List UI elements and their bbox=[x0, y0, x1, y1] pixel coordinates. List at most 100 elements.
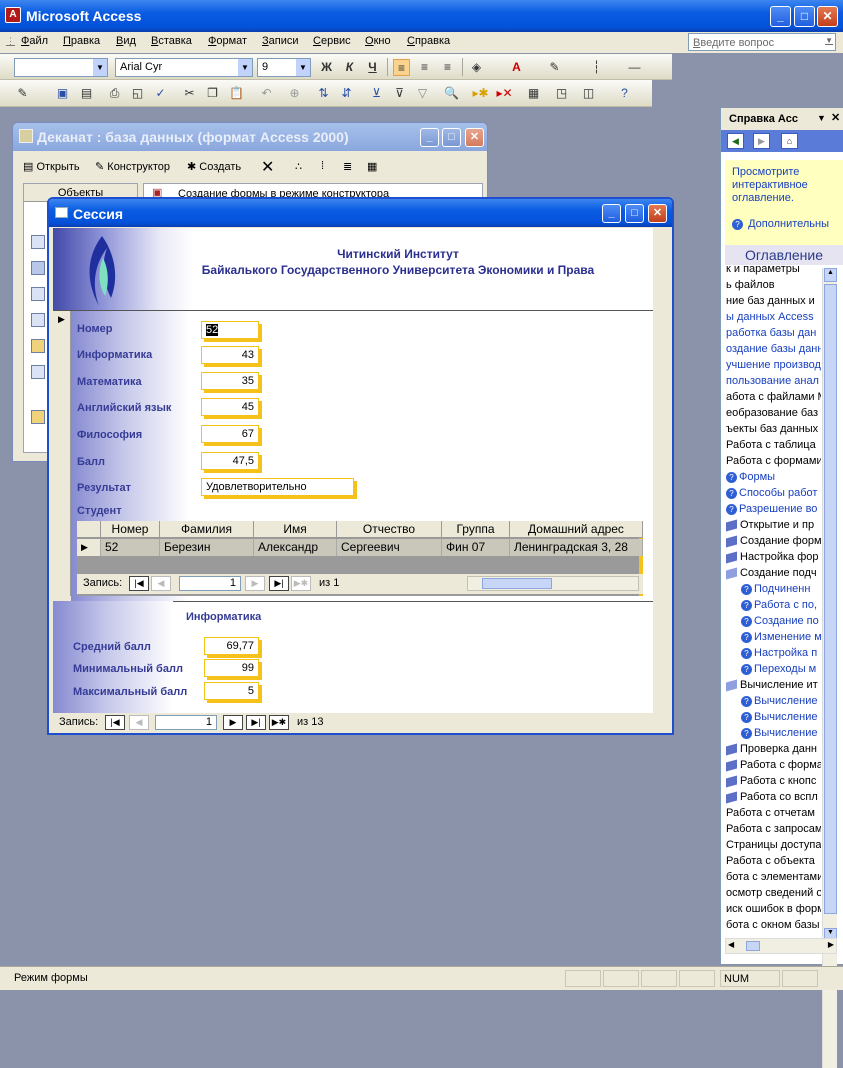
new-record-icon[interactable]: ▶✱ bbox=[269, 715, 289, 730]
line-width-icon[interactable]: — bbox=[626, 59, 643, 76]
delete-record-icon[interactable]: ▸✕ bbox=[496, 85, 513, 102]
properties-icon[interactable]: ▦ bbox=[525, 85, 542, 102]
form-close-button[interactable]: ✕ bbox=[648, 204, 667, 223]
record-number-input[interactable]: 1 bbox=[179, 576, 241, 591]
toc-item[interactable]: работка базы дан bbox=[726, 325, 821, 341]
pages-icon[interactable] bbox=[31, 313, 45, 327]
toc-item[interactable]: пользование анал bbox=[726, 373, 821, 389]
column-header[interactable]: Отчество bbox=[337, 521, 442, 538]
toc-item[interactable]: Работа с формами bbox=[726, 453, 821, 469]
result-field[interactable]: Удовлетворительно bbox=[201, 478, 354, 496]
back-icon[interactable]: ◀ bbox=[727, 133, 744, 149]
toc-item[interactable]: ние баз данных и bbox=[726, 293, 821, 309]
column-header[interactable]: Группа bbox=[442, 521, 510, 538]
toc-item[interactable]: ? Работа с по, bbox=[741, 597, 822, 613]
print-preview-icon[interactable]: ◱ bbox=[129, 85, 146, 102]
scroll-left-icon[interactable]: ◀ bbox=[728, 940, 734, 949]
create-button[interactable]: ✱ Создать bbox=[187, 160, 241, 173]
column-header[interactable]: Имя bbox=[254, 521, 337, 538]
toc-item[interactable]: бота с окном базы bbox=[726, 917, 821, 933]
toc-item[interactable]: Создание подч bbox=[726, 565, 821, 581]
undo-icon[interactable]: ↶ bbox=[258, 85, 275, 102]
column-header[interactable]: Домашний адрес bbox=[510, 521, 643, 538]
menu-file[interactable]: Файл bbox=[21, 35, 48, 47]
scroll-thumb[interactable] bbox=[482, 578, 552, 589]
details-icon[interactable]: ≣ bbox=[343, 160, 352, 173]
form-minimize-button[interactable]: _ bbox=[602, 204, 621, 223]
toc-item[interactable]: Вычисление ит bbox=[726, 677, 821, 693]
toc-item[interactable]: Открытие и пр bbox=[726, 517, 821, 533]
filter-selection-icon[interactable]: ⊻ bbox=[368, 85, 385, 102]
menu-tools[interactable]: Сервис bbox=[313, 35, 351, 47]
number-field[interactable]: 52 bbox=[201, 321, 259, 339]
english-field[interactable]: 45 bbox=[201, 398, 259, 416]
align-right-icon[interactable]: ≡ bbox=[439, 59, 456, 76]
line-color-icon[interactable]: ✎ bbox=[546, 59, 563, 76]
delete-icon[interactable]: ✕ bbox=[261, 157, 274, 177]
apply-filter-icon[interactable]: ▽ bbox=[414, 85, 431, 102]
view-icon[interactable]: ✎ bbox=[14, 85, 31, 102]
toc-item[interactable]: ? Переходы м bbox=[741, 661, 822, 677]
align-left-icon[interactable]: ≡ bbox=[393, 59, 410, 76]
toc-item[interactable]: ъекты баз данных bbox=[726, 421, 821, 437]
toc-item[interactable]: ? Подчиненн bbox=[741, 581, 822, 597]
reports-icon[interactable] bbox=[31, 287, 45, 301]
align-center-icon[interactable]: ≡ bbox=[416, 59, 433, 76]
object-combo[interactable]: ▼ bbox=[14, 58, 108, 77]
find-icon[interactable]: 🔍 bbox=[443, 85, 460, 102]
prev-record-icon[interactable]: ◀ bbox=[129, 715, 149, 730]
prev-record-icon[interactable]: ◀ bbox=[151, 576, 171, 591]
menu-format[interactable]: Формат bbox=[208, 35, 247, 47]
toc-item[interactable]: оздание базы данн bbox=[726, 341, 821, 357]
menu-window[interactable]: Окно bbox=[365, 35, 391, 47]
toc-item[interactable]: Создание форм bbox=[726, 533, 821, 549]
minimize-button[interactable]: _ bbox=[770, 6, 791, 27]
menu-help[interactable]: Справка bbox=[407, 35, 450, 47]
chevron-down-icon[interactable]: ▼ bbox=[817, 113, 826, 123]
first-record-icon[interactable]: |◀ bbox=[129, 576, 149, 591]
italic-button[interactable]: К bbox=[341, 59, 358, 76]
column-header[interactable]: Номер bbox=[101, 521, 160, 538]
hyperlink-icon[interactable]: ⊕ bbox=[286, 85, 303, 102]
save-icon[interactable]: ▣ bbox=[54, 85, 71, 102]
design-button[interactable]: ✎ Конструктор bbox=[95, 160, 170, 173]
toc-item[interactable]: ? Способы работ bbox=[726, 485, 821, 501]
score-field[interactable]: 47,5 bbox=[201, 452, 259, 470]
menu-edit[interactable]: Правка bbox=[63, 35, 100, 47]
menu-insert[interactable]: Вставка bbox=[151, 35, 192, 47]
toc-item[interactable]: Настройка фор bbox=[726, 549, 821, 565]
ask-question-input[interactable]: Введите вопрос ▼ bbox=[688, 33, 836, 51]
tables-icon[interactable] bbox=[31, 235, 45, 249]
toc-item[interactable]: Работа с отчетам bbox=[726, 805, 821, 821]
menu-view[interactable]: Вид bbox=[116, 35, 136, 47]
toc-item[interactable]: ? Вычисление bbox=[741, 709, 822, 725]
toc-item[interactable]: Работа с кнопс bbox=[726, 773, 821, 789]
new-record-icon[interactable]: ▶✱ bbox=[291, 576, 311, 591]
toc-item[interactable]: абота с файлами Mic bbox=[726, 389, 821, 405]
table-cell[interactable]: Сергеевич bbox=[337, 539, 442, 556]
more-info-link[interactable]: ? Дополнительны bbox=[732, 218, 829, 230]
toc-item[interactable]: Работа с запросам bbox=[726, 821, 821, 837]
copy-icon[interactable]: ❐ bbox=[204, 85, 221, 102]
small-icons-icon[interactable]: ∴ bbox=[295, 160, 302, 173]
groups-icon[interactable] bbox=[31, 410, 45, 424]
print-icon[interactable]: ⎙ bbox=[106, 85, 123, 102]
db-minimize-button[interactable]: _ bbox=[420, 128, 439, 147]
first-record-icon[interactable]: |◀ bbox=[105, 715, 125, 730]
min-score-field[interactable]: 99 bbox=[204, 659, 259, 677]
record-selector[interactable]: ▶ bbox=[53, 311, 71, 596]
table-cell[interactable]: Ленинградская 3, 28 bbox=[510, 539, 643, 556]
sort-ascending-icon[interactable]: ⇅ bbox=[315, 85, 332, 102]
scroll-right-icon[interactable]: ▶ bbox=[828, 940, 834, 949]
row-selector-arrow-icon[interactable]: ▶ bbox=[77, 539, 101, 556]
modules-icon[interactable] bbox=[31, 365, 45, 379]
toc-item[interactable]: ? Настройка п bbox=[741, 645, 822, 661]
toc-item[interactable]: иск ошибок в форм bbox=[726, 901, 821, 917]
db-maximize-button[interactable]: □ bbox=[442, 128, 461, 147]
search-file-icon[interactable]: ▤ bbox=[78, 85, 95, 102]
next-record-icon[interactable]: ▶ bbox=[245, 576, 265, 591]
close-button[interactable]: ✕ bbox=[817, 6, 838, 27]
toc-item[interactable]: ы данных Access bbox=[726, 309, 821, 325]
table-cell[interactable]: 52 bbox=[101, 539, 160, 556]
open-button[interactable]: ▤ Открыть bbox=[23, 160, 80, 173]
